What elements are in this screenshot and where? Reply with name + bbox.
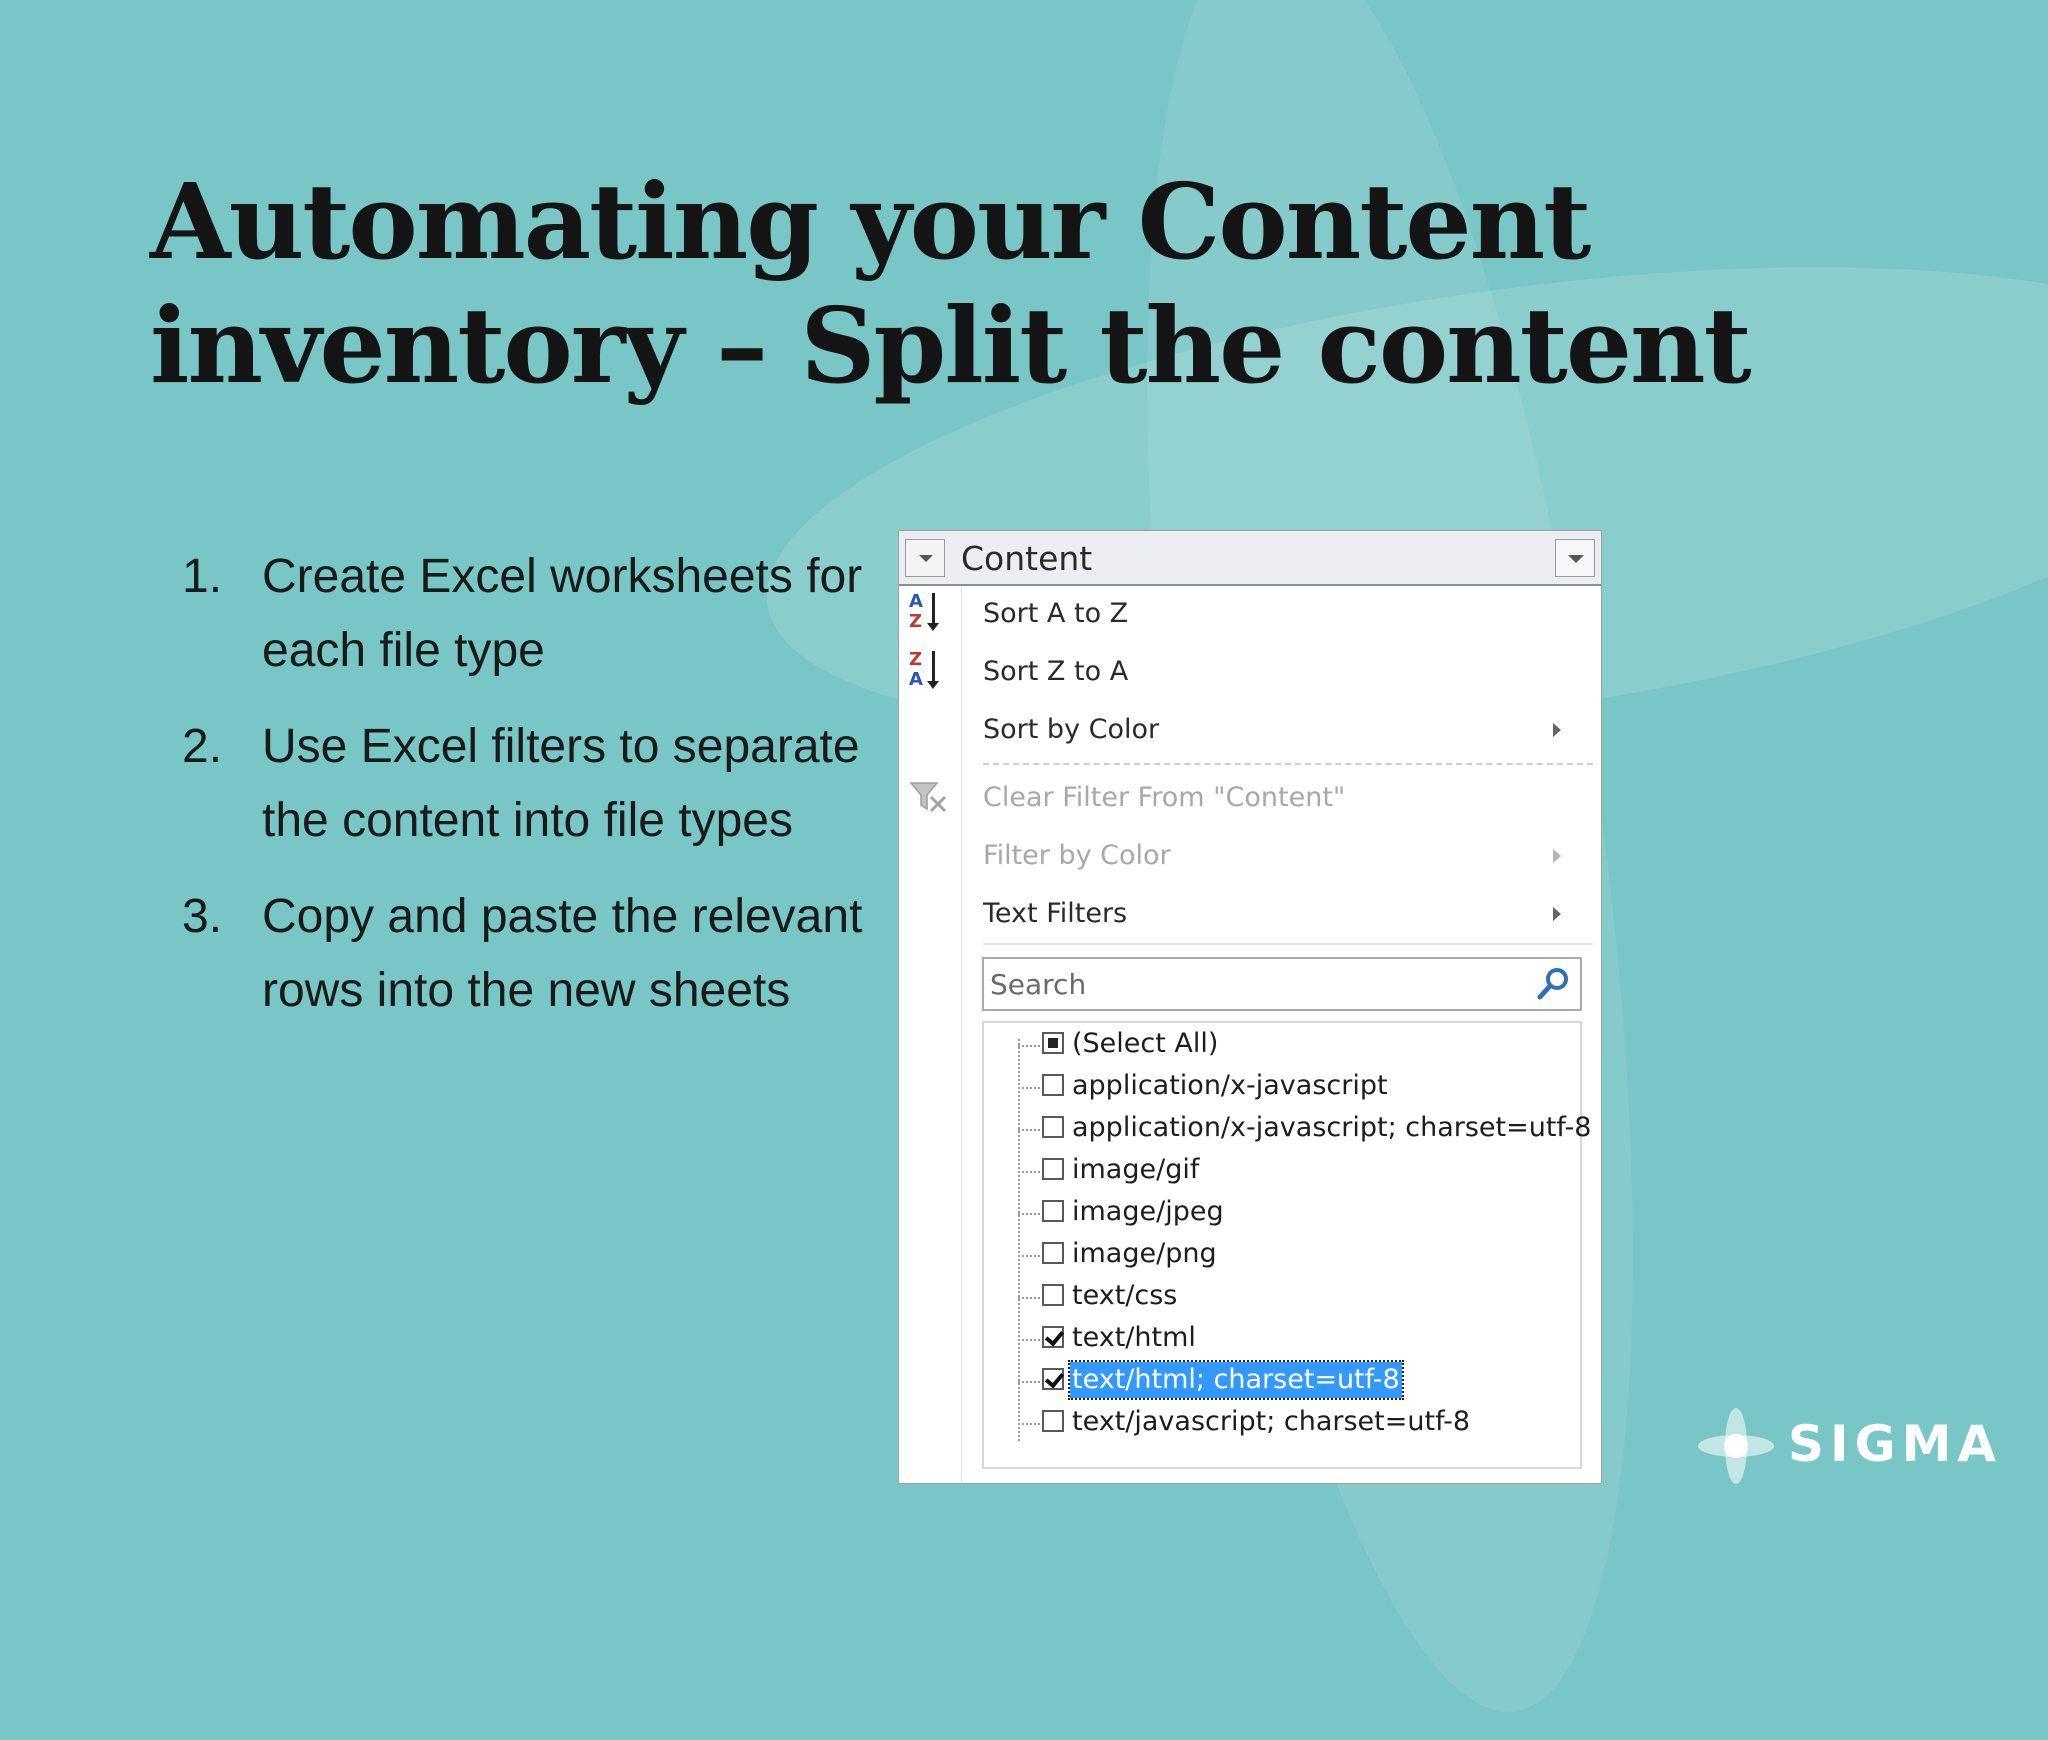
step-text: Create Excel worksheets for each file ty… — [262, 550, 863, 677]
submenu-arrow-icon — [1553, 849, 1561, 863]
menu-item-label: Filter by Color — [983, 840, 1171, 871]
filter-value-row[interactable]: application/x-javascript — [984, 1065, 1580, 1107]
step-text: Copy and paste the relevant rows into th… — [262, 890, 863, 1017]
filter-value-row[interactable]: image/png — [984, 1233, 1580, 1275]
step-number: 3. — [182, 890, 223, 943]
checkbox[interactable] — [1042, 1242, 1064, 1264]
checkbox[interactable] — [1042, 1326, 1064, 1348]
filter-by-color-item: Filter by Color — [983, 831, 1573, 881]
step-item: 1. Create Excel worksheets for each file… — [182, 540, 882, 688]
column-header: Content — [899, 531, 1601, 586]
sort-z-to-a-item[interactable]: Sort Z to A — [983, 647, 1573, 697]
checkbox[interactable] — [1042, 1284, 1064, 1306]
menu-separator — [983, 943, 1593, 945]
filter-value-label: image/png — [1072, 1238, 1217, 1269]
filter-value-row[interactable]: (Select All) — [984, 1023, 1580, 1065]
autofilter-dropdown-panel: Content AZ Sort A to Z ZA Sort Z to A So… — [899, 531, 1601, 1483]
checkbox[interactable] — [1042, 1032, 1064, 1054]
checkbox[interactable] — [1042, 1116, 1064, 1138]
menu-item-label: Text Filters — [983, 898, 1128, 929]
step-item: 3. Copy and paste the relevant rows into… — [182, 880, 882, 1028]
search-box — [982, 957, 1582, 1011]
text-filters-item[interactable]: Text Filters — [983, 889, 1573, 939]
menu-icon-gutter — [899, 586, 962, 1483]
filter-value-row[interactable]: image/jpeg — [984, 1191, 1580, 1233]
checkbox[interactable] — [1042, 1074, 1064, 1096]
filter-value-label: text/html — [1072, 1322, 1196, 1353]
filter-value-label: image/gif — [1072, 1154, 1200, 1185]
filter-value-row[interactable]: image/gif — [984, 1149, 1580, 1191]
filter-value-row[interactable]: text/css — [984, 1275, 1580, 1317]
slide-title-line: inventory – Split the content — [150, 284, 1752, 407]
submenu-arrow-icon — [1553, 907, 1561, 921]
step-number: 1. — [182, 550, 223, 603]
step-number: 2. — [182, 720, 223, 773]
sort-a-to-z-item[interactable]: Sort A to Z — [983, 589, 1573, 639]
checkbox[interactable] — [1042, 1200, 1064, 1222]
slide-title: Automating your Content inventory – Spli… — [150, 160, 1850, 408]
menu-item-label: Sort by Color — [983, 714, 1160, 745]
logo-text: SIGMA — [1788, 1415, 2003, 1473]
filter-value-row[interactable]: text/html — [984, 1317, 1580, 1359]
filter-value-label: application/x-javascript — [1072, 1070, 1388, 1101]
filter-value-row[interactable]: text/html; charset=utf-8 — [984, 1359, 1580, 1401]
filter-value-label: image/jpeg — [1072, 1196, 1224, 1227]
clear-filter-item: Clear Filter From "Content" — [983, 773, 1573, 823]
step-item: 2. Use Excel filters to separate the con… — [182, 710, 882, 858]
filter-values-list: (Select All) application/x-javascript ap… — [982, 1021, 1591, 1469]
menu-separator — [983, 763, 1593, 765]
menu-item-label: Sort A to Z — [983, 598, 1129, 629]
filter-dropdown-button[interactable] — [1555, 539, 1595, 577]
filter-value-label: (Select All) — [1072, 1028, 1219, 1059]
sort-descending-icon: ZA — [907, 649, 951, 693]
slide-title-line: Automating your Content — [150, 160, 1591, 283]
column-header-title: Content — [961, 539, 1093, 578]
sort-ascending-icon: AZ — [907, 591, 951, 635]
filter-value-label: text/javascript; charset=utf-8 — [1072, 1406, 1471, 1437]
step-text: Use Excel filters to separate the conten… — [262, 720, 860, 847]
sort-by-color-item[interactable]: Sort by Color — [983, 705, 1573, 755]
sigma-logo-mark-icon — [1698, 1408, 1774, 1484]
filter-value-label: text/css — [1072, 1280, 1178, 1311]
filter-value-row[interactable]: text/javascript; charset=utf-8 — [984, 1401, 1580, 1443]
submenu-arrow-icon — [1553, 723, 1561, 737]
previous-column-filter-button[interactable] — [905, 539, 945, 577]
sigma-logo: SIGMA — [1696, 1406, 1996, 1496]
filter-value-label: application/x-javascript; charset=utf-8 — [1072, 1112, 1592, 1143]
filter-value-row[interactable]: application/x-javascript; charset=utf-8 — [984, 1107, 1591, 1149]
search-input[interactable] — [990, 965, 1510, 1003]
search-icon — [1537, 968, 1568, 1000]
menu-item-label: Sort Z to A — [983, 656, 1129, 687]
checkbox[interactable] — [1042, 1368, 1064, 1390]
menu-item-label: Clear Filter From "Content" — [983, 782, 1346, 813]
clear-filter-icon — [909, 782, 947, 813]
checkbox[interactable] — [1042, 1158, 1064, 1180]
filter-value-label: text/html; charset=utf-8 — [1068, 1360, 1404, 1400]
steps-list: 1. Create Excel worksheets for each file… — [182, 540, 882, 1050]
checkbox[interactable] — [1042, 1410, 1064, 1432]
